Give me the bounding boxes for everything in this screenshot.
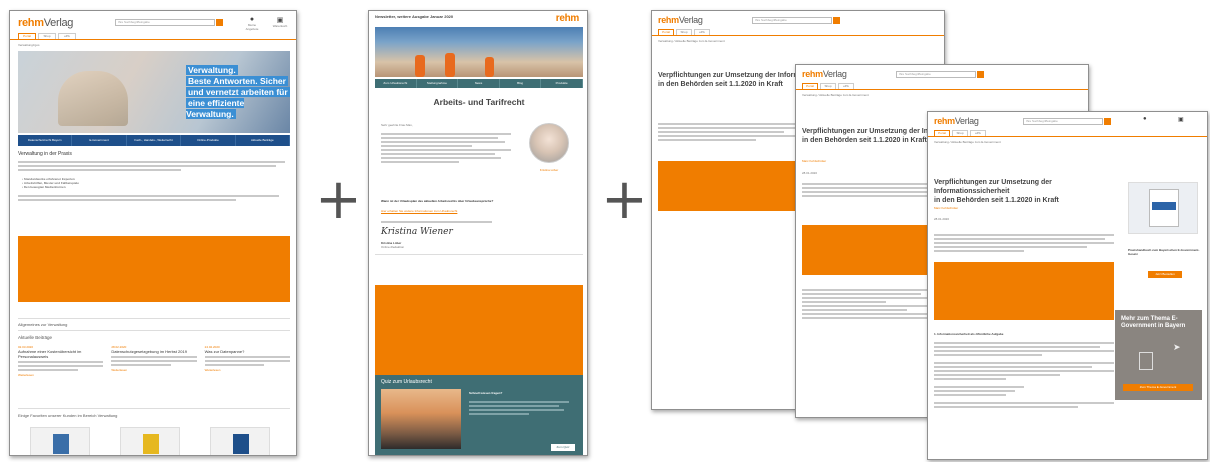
product-image[interactable] xyxy=(1128,182,1198,234)
product-title[interactable]: Praxishandbuch zum Bayerischen E-Governm… xyxy=(1128,248,1200,256)
plus-sign: + xyxy=(601,167,648,232)
recent-heading: Aktuelle Beiträge xyxy=(18,335,53,340)
topics-heading[interactable]: Allgemeines zur Verwaltung xyxy=(18,322,67,327)
feature-list: • Standardwerke erfahrener Experten • Ar… xyxy=(22,177,79,189)
quiz-image xyxy=(381,389,461,449)
body-text xyxy=(658,121,798,143)
rehm-logo[interactable]: rehmVerlag xyxy=(802,69,847,79)
product-card[interactable] xyxy=(210,427,270,455)
hero-image xyxy=(58,71,128,126)
order-button[interactable]: Jetzt Bestellen xyxy=(1148,271,1182,278)
promo-block[interactable] xyxy=(375,285,583,375)
search-input[interactable]: Ihre Suchbegriffeingabe xyxy=(752,17,832,24)
author-photo xyxy=(529,123,569,163)
search-input[interactable]: Ihre Suchbegriffeingabe xyxy=(1023,118,1103,125)
promo-button[interactable]: Zum Thema E-Government xyxy=(1123,384,1193,391)
promo-block[interactable] xyxy=(18,236,290,302)
nav-item-egovernment[interactable]: E-Government xyxy=(72,135,127,146)
nav-item-datenschutz[interactable]: Datenschutzrecht Bayern xyxy=(18,135,73,146)
body-text xyxy=(18,193,290,203)
user-icon: ● xyxy=(249,16,255,23)
list-item: • Den bewegten Medienformen xyxy=(22,185,66,189)
body-text xyxy=(934,232,1114,254)
date: 28.01.2020 xyxy=(802,171,818,175)
cart-button[interactable]: ▣ Warenkorb xyxy=(270,16,290,28)
search-input[interactable]: Ihre Suchbegriffeingabe xyxy=(115,19,215,26)
paper-plane-icon: ➤ xyxy=(1173,342,1181,352)
nav-item-urlaubsrecht[interactable]: Zum Urlaubsrecht xyxy=(375,79,417,88)
newsletter-heading: Arbeits- und Tarifrecht xyxy=(433,97,525,107)
article-list: 02.03.2020 Aufnahme einer Kostenübersich… xyxy=(18,345,290,377)
rehm-logo[interactable]: rehmVerlag xyxy=(934,116,979,126)
signature: Kristina Wiener xyxy=(381,227,453,237)
portal-screenshot: rehmVerlag Ihre Suchbegriffeingabe ● Mei… xyxy=(9,10,297,456)
author[interactable]: Marc Kohlschütter xyxy=(934,206,958,210)
quiz-section: Quiz zum Urlaubsrecht Schnell wissen fra… xyxy=(375,375,583,455)
search-icon[interactable] xyxy=(833,17,840,24)
search-icon[interactable] xyxy=(1104,118,1111,125)
rehm-logo[interactable]: rehm xyxy=(556,13,580,24)
body-text xyxy=(381,131,511,165)
info-link[interactable]: Hier erhalten Sie weitere Informationen … xyxy=(381,209,511,213)
nav-item-online[interactable]: Online-Produkte xyxy=(181,135,236,146)
article-card[interactable]: 28.02.2020 Datenschutzgesetzgebung im He… xyxy=(111,345,197,377)
product-card[interactable] xyxy=(30,427,90,455)
section-title: Verwaltung in der Praxis xyxy=(18,151,72,157)
article-card[interactable]: 24.02.2020 Was zur Datenpanne? Weiterles… xyxy=(204,345,290,377)
promo-block[interactable] xyxy=(934,262,1114,320)
breadcrumb[interactable]: Verwaltung / Aktuelle Beiträge zum E-Gov… xyxy=(934,140,1001,144)
hero-image xyxy=(375,27,583,77)
question-text: Wann ist der Urlaubsplan des aktuellen A… xyxy=(381,199,494,203)
quiz-heading: Quiz zum Urlaubsrecht xyxy=(381,379,432,385)
intro-text xyxy=(18,159,290,173)
breadcrumb[interactable]: Verwaltung / Aktuelle Beiträge zum E-Gov… xyxy=(658,39,725,43)
greeting: Sehr geehrte Frau Max, xyxy=(381,123,413,127)
quiz-button[interactable]: Zum Quiz xyxy=(551,444,575,451)
body-text xyxy=(802,181,942,199)
rehm-logo[interactable]: rehmVerlag xyxy=(18,17,73,29)
body-text xyxy=(934,340,1114,410)
nav-item-beitraege[interactable]: Aktuelle Beiträge xyxy=(236,135,291,146)
article-title: Verpflichtungen zur Umsetzung der Inform… xyxy=(934,179,1059,204)
nav-item-fachrecht[interactable]: Fach-, Handels-, Weiterrecht xyxy=(127,135,182,146)
nav-item-stellungnahme[interactable]: Stellungnahme xyxy=(417,79,459,88)
nav-item-produkte[interactable]: Produkte xyxy=(541,79,583,88)
user-icon[interactable]: ● xyxy=(1143,116,1147,122)
main-nav: Datenschutzrecht Bayern E-Government Fac… xyxy=(18,135,291,146)
search-input[interactable]: Ihre Suchbegriffeingabe xyxy=(896,71,976,78)
breadcrumb[interactable]: Verwaltung / Aktuelle Beiträge zum E-Gov… xyxy=(802,93,869,97)
nav-item-blog[interactable]: Blog xyxy=(500,79,542,88)
newsletter-title: Newsletter, weitere Ausgabe Januar 2020 xyxy=(375,14,454,19)
promo-block[interactable] xyxy=(802,225,942,275)
signer-role: Online-Redaktion xyxy=(381,245,405,249)
article-page-front: rehmVerlag Ihre Suchbegriffeingabe ● ▣ P… xyxy=(927,111,1208,460)
account-button[interactable]: ● Meine Angebote xyxy=(242,16,262,31)
hero-headline: Verwaltung. Beste Antworten. Sicher und … xyxy=(186,65,290,119)
favorites-heading: Einige Favoriten unserer Kunden im Berei… xyxy=(18,413,118,418)
newsletter-screenshot: Newsletter, weitere Ausgabe Januar 2020 … xyxy=(368,10,588,456)
search-icon[interactable] xyxy=(977,71,984,78)
subheading: 1. Informationssicherheit als öffentlich… xyxy=(934,332,1004,336)
body-text xyxy=(802,287,942,321)
plus-sign: + xyxy=(315,167,362,232)
product-card[interactable] xyxy=(120,427,180,455)
cart-icon[interactable]: ▣ xyxy=(1178,116,1184,123)
cart-icon: ▣ xyxy=(276,17,284,24)
promo-tile[interactable]: Mehr zum Thema E-Government in Bayern ➤ … xyxy=(1115,310,1202,400)
promo-title: Mehr zum Thema E-Government in Bayern xyxy=(1121,316,1186,329)
rehm-logo[interactable]: rehmVerlag xyxy=(658,15,703,25)
promo-block[interactable] xyxy=(658,161,798,211)
body-text xyxy=(381,219,511,225)
document-icon xyxy=(1139,352,1153,370)
breadcrumb[interactable]: Verwaltung/rgos xyxy=(18,43,40,47)
quiz-question: Schnell wissen fragen? xyxy=(469,391,503,395)
author[interactable]: Marc Kohlschütter xyxy=(802,159,826,163)
article-card[interactable]: 02.03.2020 Aufnahme einer Kostenübersich… xyxy=(18,345,104,377)
newsletter-nav: Zum Urlaubsrecht Stellungnahme News Blog… xyxy=(375,79,583,88)
date: 28.01.2020 xyxy=(934,217,950,221)
photo-caption: Kristina Löber xyxy=(539,168,559,172)
nav-item-news[interactable]: News xyxy=(458,79,500,88)
hero-banner: Verwaltung. Beste Antworten. Sicher und … xyxy=(18,51,290,133)
search-icon[interactable] xyxy=(216,19,223,26)
